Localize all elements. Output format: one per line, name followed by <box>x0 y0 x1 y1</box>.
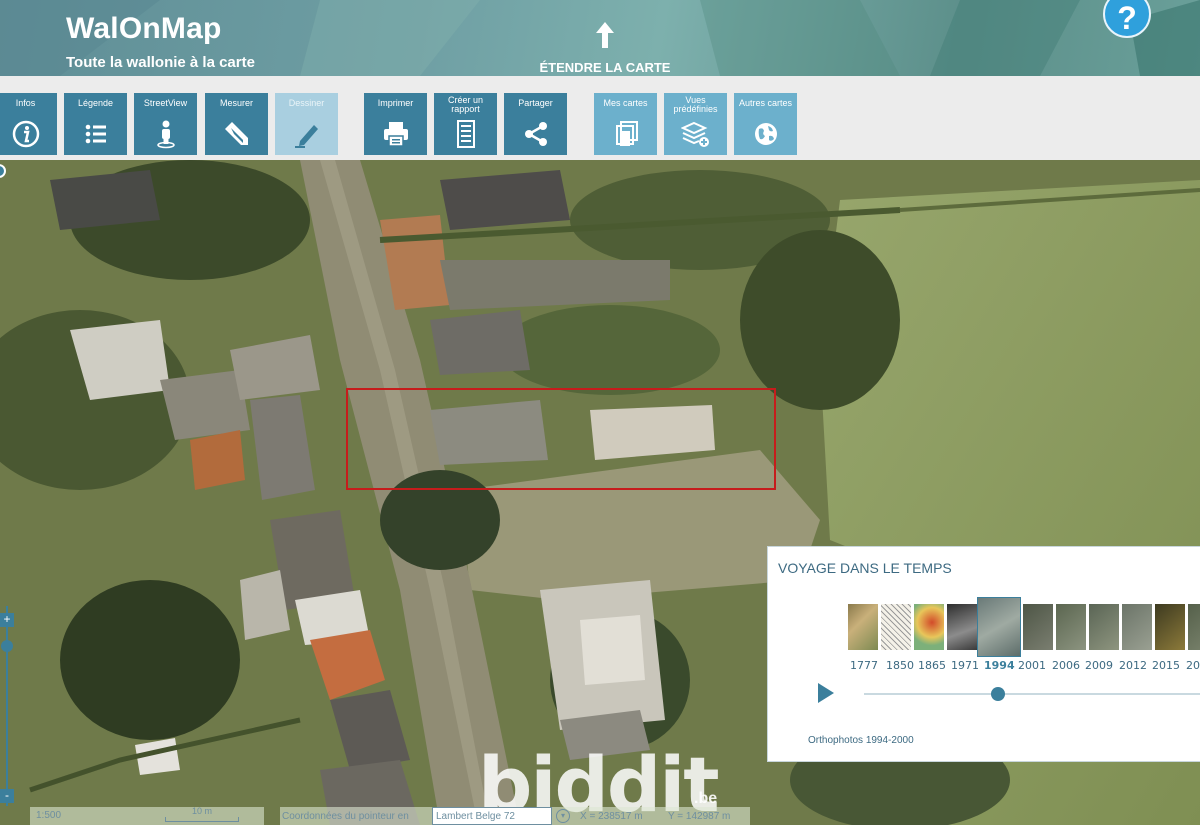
thumbnail-2006[interactable] <box>1055 603 1087 651</box>
tool-label: StreetView <box>143 98 188 108</box>
coordinate-x: X = 238517 m <box>580 811 643 822</box>
ruler-icon <box>224 122 248 145</box>
layers-add-icon <box>680 121 709 147</box>
year-label[interactable]: 2009 <box>1085 659 1113 672</box>
status-bar: 1:500 10 m Coordonnées du pointeur en La… <box>0 806 760 825</box>
expand-map-label: ÉTENDRE LA CARTE <box>539 60 671 75</box>
tool-vues-predefinies-button[interactable]: Vues prédéfinies <box>664 93 727 155</box>
thumbnail-1865[interactable] <box>913 603 945 651</box>
tool-label: Imprimer <box>377 98 414 108</box>
year-label-selected[interactable]: 1994 <box>984 659 1015 672</box>
time-travel-title: VOYAGE DANS LE TEMPS <box>778 560 952 576</box>
year-label[interactable]: 2006 <box>1052 659 1080 672</box>
tool-label: Légende <box>77 98 114 108</box>
tool-label: Infos <box>15 98 36 108</box>
year-label[interactable]: 1777 <box>850 659 878 672</box>
thumbnail-2015[interactable] <box>1154 603 1186 651</box>
thumbnail-1994[interactable] <box>977 597 1021 657</box>
thumbnail-2009[interactable] <box>1088 603 1120 651</box>
tool-label: Mes cartes <box>603 98 648 108</box>
report-icon <box>456 120 475 148</box>
zoom-in-button[interactable]: + <box>0 613 14 627</box>
arrow-up-icon <box>596 22 614 48</box>
time-travel-panel: VOYAGE DANS LE TEMPS 1777 1850 1865 1971… <box>767 546 1200 762</box>
thumbnail-2012[interactable] <box>1121 603 1153 651</box>
coordinates-label: Coordonnées du pointeur en <box>282 811 409 822</box>
coordinates-box: Coordonnées du pointeur en Lambert Belge… <box>280 807 750 825</box>
zoom-handle[interactable] <box>1 640 13 652</box>
play-icon[interactable] <box>818 683 834 703</box>
scale-bar <box>165 817 239 822</box>
tool-label: Vues prédéfinies <box>673 95 718 114</box>
toolbar: Infos Légende StreetView Mesurer Dessine… <box>0 76 1200 160</box>
scale-box: 1:500 10 m <box>30 806 264 825</box>
year-label[interactable]: 2015 <box>1152 659 1180 672</box>
thumbnail-20xx[interactable] <box>1187 603 1200 651</box>
tool-streetview-button[interactable]: StreetView <box>134 93 197 155</box>
chevron-down-icon[interactable]: ▾ <box>556 809 570 823</box>
zoom-out-button[interactable]: - <box>0 789 14 803</box>
tool-label: Autres cartes <box>738 98 793 108</box>
year-label[interactable]: 1971 <box>951 659 979 672</box>
tool-rapport-button[interactable]: Créer un rapport <box>434 93 497 155</box>
tool-mesurer-button[interactable]: Mesurer <box>205 93 268 155</box>
watermark-tld: .be <box>694 790 718 807</box>
tool-dessiner-button[interactable]: Dessiner <box>275 93 338 155</box>
year-label[interactable]: 1850 <box>886 659 914 672</box>
parcel-outline <box>346 388 776 490</box>
legend-list-icon <box>85 124 106 144</box>
tool-autres-cartes-button[interactable]: Autres cartes <box>734 93 797 155</box>
thumbnail-1971[interactable] <box>946 603 978 651</box>
year-label[interactable]: 2001 <box>1018 659 1046 672</box>
time-years: 1777 1850 1865 1971 1994 2001 2006 2009 … <box>850 659 1200 675</box>
pencil-icon <box>294 125 318 148</box>
year-label[interactable]: 1865 <box>918 659 946 672</box>
zoom-track <box>6 628 8 788</box>
tool-mes-cartes-button[interactable]: Mes cartes <box>594 93 657 155</box>
tool-legende-button[interactable]: Légende <box>64 93 127 155</box>
expand-map-button[interactable]: ÉTENDRE LA CARTE <box>530 20 680 76</box>
app-header: WalOnMap Toute la wallonie à la carte ÉT… <box>0 0 1200 76</box>
time-thumbnails <box>847 597 1200 657</box>
thumbnail-1777[interactable] <box>847 603 879 651</box>
tool-partager-button[interactable]: Partager <box>504 93 567 155</box>
time-caption: Orthophotos 1994-2000 <box>808 735 914 746</box>
coordinate-y: Y = 142987 m <box>668 811 731 822</box>
printer-icon <box>383 122 408 147</box>
info-icon <box>12 120 39 148</box>
scale-bar-label: 10 m <box>191 806 212 816</box>
year-label[interactable]: 2012 <box>1119 659 1147 672</box>
app-subtitle: Toute la wallonie à la carte <box>66 54 255 71</box>
time-slider-track[interactable] <box>864 693 1200 695</box>
tool-imprimer-button[interactable]: Imprimer <box>364 93 427 155</box>
tool-label: Créer un rapport <box>447 95 483 114</box>
tool-label: Mesurer <box>219 98 253 108</box>
tool-label: Partager <box>518 98 553 108</box>
year-label[interactable]: 20 <box>1186 659 1200 672</box>
projection-select[interactable]: Lambert Belge 72 <box>432 807 552 825</box>
app-title: WalOnMap <box>66 12 222 45</box>
scale-ratio: 1:500 <box>36 810 62 821</box>
time-slider-handle[interactable] <box>991 687 1005 701</box>
globe-icon <box>754 123 777 145</box>
thumbnail-2001[interactable] <box>1022 603 1054 651</box>
my-maps-icon <box>615 121 638 146</box>
tool-label: Dessiner <box>288 98 325 108</box>
streetview-person-icon <box>156 120 175 149</box>
tool-infos-button[interactable]: Infos <box>0 93 57 155</box>
share-icon <box>524 122 547 146</box>
thumbnail-1850[interactable] <box>880 603 912 651</box>
